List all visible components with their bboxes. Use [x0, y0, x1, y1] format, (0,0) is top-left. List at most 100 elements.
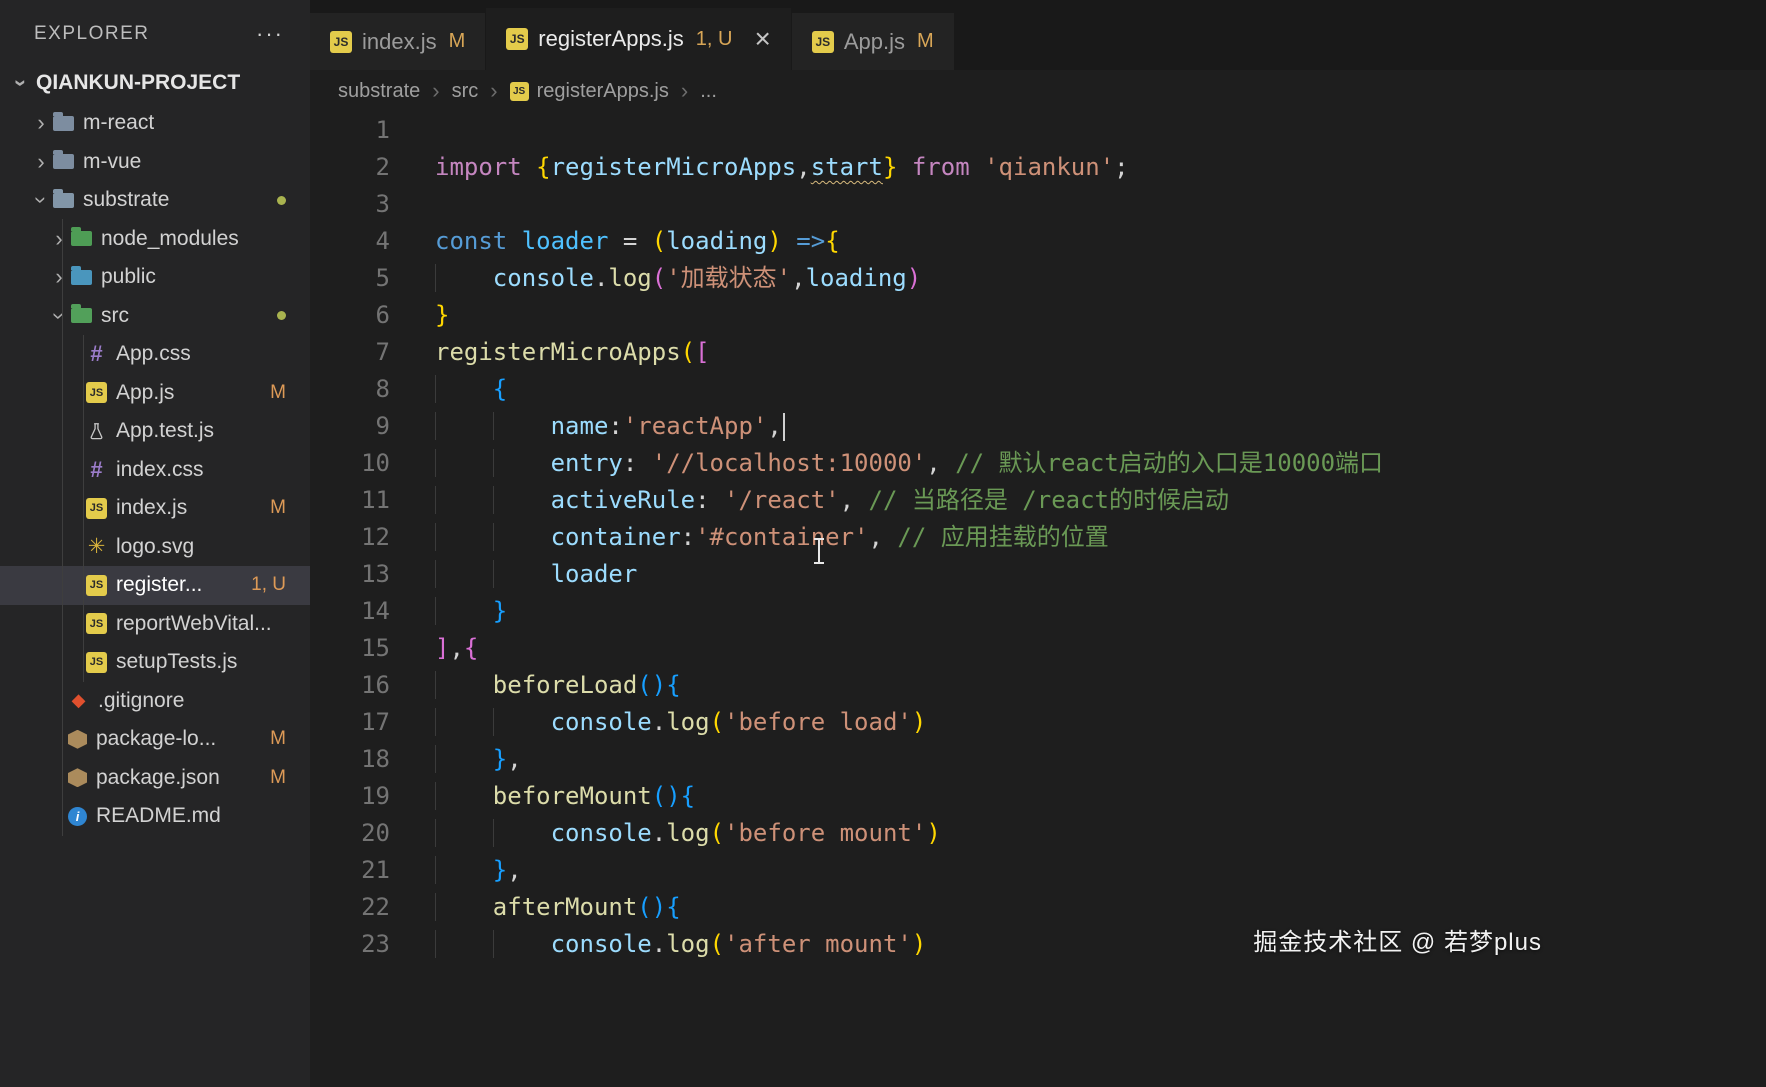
line-number: 22: [361, 893, 390, 921]
tree-folder-substrate[interactable]: › substrate: [0, 181, 310, 220]
code-line[interactable]: 4 const loader = (loading) =>{: [310, 223, 1766, 260]
code-line[interactable]: 12 container:'#container', // 应用挂载的位置: [310, 519, 1766, 556]
package-icon: [68, 729, 87, 749]
chevron-right-icon[interactable]: ›: [30, 110, 52, 136]
tab-label: registerApps.js: [538, 26, 684, 51]
git-status-badge: M: [270, 381, 286, 403]
code-line[interactable]: 6}: [310, 297, 1766, 334]
tree-file-index-css[interactable]: # index.css: [0, 451, 310, 490]
js-file-icon: JS: [330, 30, 352, 53]
chevron-right-icon: ›: [490, 78, 498, 103]
vscode-window: EXPLORER ··· › QIANKUN-PROJECT › m-react ›…: [0, 0, 1766, 1087]
tree-file-logo-svg[interactable]: ✳ logo.svg: [0, 528, 310, 567]
tab-index-js[interactable]: JS index.js M: [310, 13, 486, 70]
line-number: 9: [375, 412, 390, 440]
code-line[interactable]: 23 console.log('after mount'): [310, 926, 1766, 963]
close-icon[interactable]: ×: [754, 25, 770, 53]
js-file-icon: JS: [506, 28, 529, 50]
tree-file-package-json[interactable]: package.json M: [0, 759, 310, 798]
breadcrumb-item-registerapps-js[interactable]: JS registerApps.js: [509, 80, 669, 103]
code-line[interactable]: 2 import {registerMicroApps,start} from '…: [310, 149, 1766, 186]
code-line[interactable]: 22 afterMount(){: [310, 889, 1766, 926]
folder-icon: [71, 227, 92, 247]
line-number: 5: [375, 264, 390, 292]
chevron-down-icon[interactable]: ›: [28, 189, 54, 211]
line-number: 20: [361, 819, 390, 847]
tab-registerapps-js[interactable]: JS registerApps.js 1, U ×: [486, 8, 791, 70]
code-line[interactable]: 13 loader: [310, 556, 1766, 593]
chevron-right-icon[interactable]: ›: [30, 149, 52, 175]
tree-file-register[interactable]: JS register... 1, U: [0, 566, 310, 605]
line-number: 17: [361, 708, 390, 736]
git-status-badge: 1, U: [251, 574, 286, 596]
tab-app-js[interactable]: JS App.js M: [791, 13, 954, 70]
code-editor[interactable]: 1 2 import {registerMicroApps,start} from …: [310, 112, 1766, 1087]
test-flask-icon: [86, 422, 107, 441]
code-line[interactable]: 16 beforeLoad(){: [310, 667, 1766, 704]
tab-status-badge: 1, U: [695, 27, 733, 50]
breadcrumb-item-substrate[interactable]: substrate: [338, 80, 420, 103]
code-line[interactable]: 8 {: [310, 371, 1766, 408]
tree-file-app-test-js[interactable]: App.test.js: [0, 412, 310, 451]
css-file-icon: #: [90, 456, 103, 482]
js-file-icon: JS: [86, 497, 107, 519]
more-actions-icon[interactable]: ···: [256, 21, 284, 47]
line-number: 3: [375, 190, 390, 218]
line-number: 6: [375, 301, 390, 329]
tree-file-reportwebvital[interactable]: JS reportWebVital...: [0, 605, 310, 644]
line-number: 10: [361, 449, 390, 477]
explorer-title: EXPLORER: [34, 23, 150, 44]
code-line[interactable]: 11 activeRule: '/react', // 当路径是 /react的…: [310, 482, 1766, 519]
tree-file-setuptests-js[interactable]: JS setupTests.js: [0, 643, 310, 682]
tree-file-readme-md[interactable]: i README.md: [0, 797, 310, 836]
code-line[interactable]: 14 }: [310, 593, 1766, 630]
line-number: 15: [361, 634, 390, 662]
breadcrumb: substrate › src › JS registerApps.js ›...: [310, 70, 1766, 112]
git-status-badge: M: [270, 497, 286, 519]
tree-folder-m-vue[interactable]: › m-vue: [0, 143, 310, 182]
tree-folder-src[interactable]: › src: [0, 297, 310, 336]
explorer-header: EXPLORER ···: [0, 0, 310, 62]
tree-folder-m-react[interactable]: › m-react: [0, 104, 310, 143]
code-line[interactable]: 5 console.log('加载状态',loading): [310, 260, 1766, 297]
line-number: 11: [361, 486, 390, 514]
watermark: 掘金技术社区 @ 若梦plus: [1253, 929, 1542, 956]
tree-folder-node-modules[interactable]: › node_modules: [0, 220, 310, 259]
readme-info-icon: i: [68, 806, 87, 826]
tree-file-package-lo[interactable]: package-lo... M: [0, 720, 310, 759]
project-root-row[interactable]: › QIANKUN-PROJECT: [0, 62, 310, 104]
modified-dot-icon: [277, 311, 286, 321]
code-line[interactable]: 3: [310, 186, 1766, 223]
chevron-right-icon[interactable]: ›: [48, 264, 70, 290]
file-tree: › m-react › m-vue › substrate › node_modules › pu…: [0, 104, 310, 836]
code-line[interactable]: 7 registerMicroApps([: [310, 334, 1766, 371]
line-number: 2: [375, 153, 390, 181]
tab-status-badge: M: [448, 30, 466, 52]
editor-group: JS index.js M JS registerApps.js 1, U × JS App.j…: [310, 0, 1766, 1087]
tree-file-gitignore[interactable]: ◆ .gitignore: [0, 682, 310, 721]
tree-file-index-js[interactable]: JS index.js M: [0, 489, 310, 528]
code-line[interactable]: 20 console.log('before mount'): [310, 815, 1766, 852]
code-line[interactable]: 10 entry: '//localhost:10000', // 默认reac…: [310, 445, 1766, 482]
code-line[interactable]: 17 console.log('before load'): [310, 704, 1766, 741]
code-line[interactable]: 21 },: [310, 852, 1766, 889]
chevron-right-icon: ›: [680, 78, 689, 103]
folder-icon: [53, 150, 74, 170]
line-number: 23: [361, 930, 390, 958]
code-line[interactable]: 9 name:'reactApp',: [310, 408, 1766, 445]
git-icon: ◆: [71, 690, 86, 711]
chevron-right-icon[interactable]: ›: [48, 226, 70, 252]
tree-file-app-js[interactable]: JS App.js M: [0, 374, 310, 413]
chevron-down-icon[interactable]: ›: [46, 305, 72, 327]
code-line[interactable]: 15],{: [310, 630, 1766, 667]
code-line[interactable]: 19 beforeMount(){: [310, 778, 1766, 815]
code-line[interactable]: 1: [310, 112, 1766, 149]
explorer-sidebar: EXPLORER ··· › QIANKUN-PROJECT › m-react ›…: [0, 0, 310, 1087]
indent-guide: [83, 335, 84, 682]
text-cursor: [782, 413, 785, 441]
breadcrumb-item-[interactable]: ...: [700, 80, 717, 103]
code-line[interactable]: 18 },: [310, 741, 1766, 778]
tree-folder-public[interactable]: › public: [0, 258, 310, 297]
breadcrumb-item-src[interactable]: src: [452, 80, 479, 103]
tree-file-app-css[interactable]: # App.css: [0, 335, 310, 374]
